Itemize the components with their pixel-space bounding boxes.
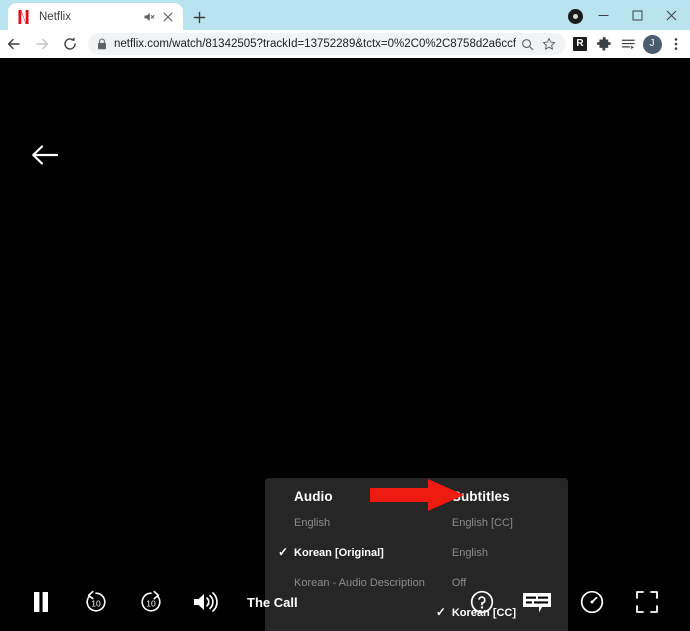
tab-close-icon[interactable] bbox=[160, 9, 175, 24]
avatar-letter: J bbox=[643, 35, 662, 54]
svg-text:10: 10 bbox=[146, 598, 156, 608]
browser-toolbar: netflix.com/watch/81342505?trackId=13752… bbox=[0, 30, 690, 58]
forward-arrow-icon bbox=[34, 36, 50, 52]
bookmark-star-icon[interactable] bbox=[538, 37, 560, 51]
netflix-video-player[interactable]: Audio English ✓ Korean [Original] Korean… bbox=[0, 58, 690, 631]
subtitle-option-english[interactable]: English bbox=[452, 548, 577, 559]
tab-strip: Netflix bbox=[0, 0, 690, 30]
new-tab-button[interactable] bbox=[188, 6, 210, 28]
address-bar[interactable]: netflix.com/watch/81342505?trackId=13752… bbox=[88, 33, 566, 55]
help-button[interactable] bbox=[454, 580, 509, 624]
red-right-arrow-annotation bbox=[370, 478, 464, 512]
subtitles-heading: Subtitles bbox=[452, 490, 577, 504]
closed-caption-icon bbox=[522, 590, 552, 614]
player-controls-right bbox=[454, 580, 690, 624]
audio-option-label: English bbox=[294, 517, 330, 529]
check-icon: ✓ bbox=[278, 546, 290, 558]
forward-10-icon: 10 bbox=[138, 589, 164, 615]
player-controls: 10 10 bbox=[0, 573, 690, 631]
window-minimize-button[interactable] bbox=[586, 0, 620, 30]
player-controls-left: 10 10 bbox=[0, 580, 298, 624]
puzzle-icon[interactable] bbox=[592, 30, 616, 58]
netflix-n-logo-icon bbox=[16, 10, 30, 24]
three-dot-menu-icon[interactable] bbox=[664, 30, 688, 58]
player-back-button[interactable] bbox=[30, 140, 60, 170]
back-button[interactable] bbox=[0, 30, 28, 58]
pause-button[interactable] bbox=[13, 580, 68, 624]
lock-icon bbox=[97, 38, 107, 50]
pause-icon bbox=[31, 591, 51, 613]
rewind-10-button[interactable]: 10 bbox=[68, 580, 123, 624]
browser-window: Netflix bbox=[0, 0, 690, 631]
fullscreen-icon bbox=[635, 590, 659, 614]
subtitle-option-english-cc[interactable]: English [CC] bbox=[452, 518, 577, 529]
audio-option-korean-original[interactable]: ✓ Korean [Original] bbox=[294, 548, 425, 559]
volume-high-icon bbox=[192, 590, 220, 614]
subtitles-button[interactable] bbox=[509, 580, 564, 624]
reload-button[interactable] bbox=[56, 30, 84, 58]
avatar[interactable]: J bbox=[640, 30, 664, 58]
reading-list-icon[interactable] bbox=[616, 30, 640, 58]
window-close-button[interactable] bbox=[654, 0, 688, 30]
reload-icon bbox=[62, 36, 78, 52]
video-title: The Call bbox=[247, 595, 298, 610]
plus-icon bbox=[193, 11, 206, 24]
speed-gauge-icon bbox=[580, 590, 604, 614]
subtitle-option-label: English bbox=[452, 547, 488, 559]
back-arrow-icon bbox=[31, 143, 59, 167]
forward-button[interactable] bbox=[28, 30, 56, 58]
search-icon[interactable] bbox=[516, 38, 538, 51]
back-arrow-icon bbox=[6, 36, 22, 52]
url-text[interactable]: netflix.com/watch/81342505?trackId=13752… bbox=[114, 38, 516, 50]
question-circle-icon bbox=[470, 590, 494, 614]
fullscreen-button[interactable] bbox=[619, 580, 674, 624]
window-maximize-button[interactable] bbox=[620, 0, 654, 30]
subtitle-option-label: English [CC] bbox=[452, 517, 513, 529]
forward-10-button[interactable]: 10 bbox=[123, 580, 178, 624]
rewind-10-icon: 10 bbox=[83, 589, 109, 615]
speed-button[interactable] bbox=[564, 580, 619, 624]
extension-r-icon[interactable]: R bbox=[568, 30, 592, 58]
svg-text:10: 10 bbox=[91, 598, 101, 608]
audio-option-english[interactable]: English bbox=[294, 518, 425, 529]
tab-title: Netflix bbox=[39, 11, 142, 23]
volume-button[interactable] bbox=[178, 580, 233, 624]
browser-tab-netflix[interactable]: Netflix bbox=[8, 3, 183, 30]
speaker-muted-icon[interactable] bbox=[142, 10, 156, 24]
record-dot-icon bbox=[568, 9, 583, 24]
audio-option-label: Korean [Original] bbox=[294, 547, 384, 559]
extensions-area: R J bbox=[568, 30, 690, 58]
omnibox-actions bbox=[516, 37, 560, 51]
